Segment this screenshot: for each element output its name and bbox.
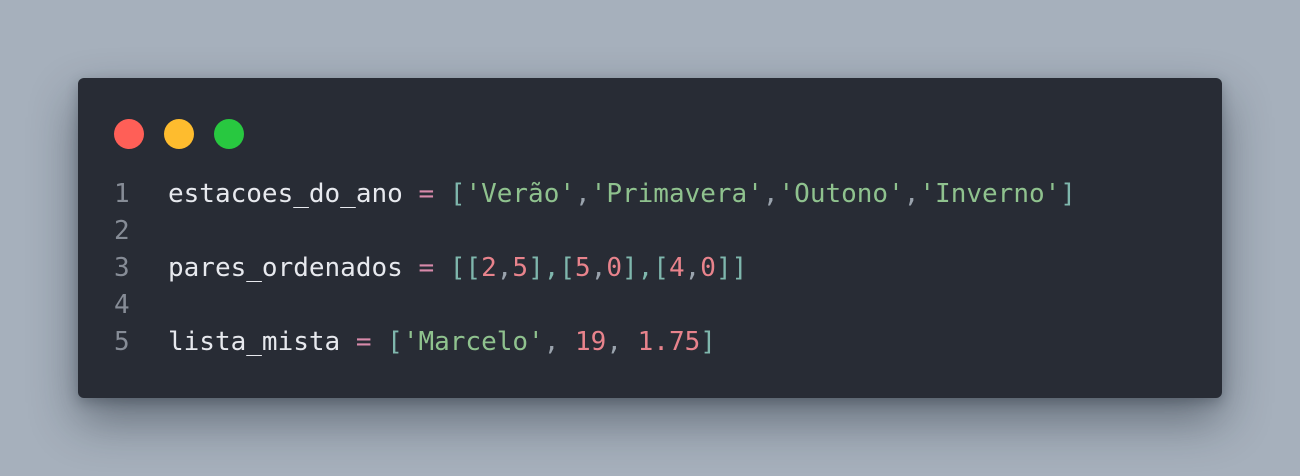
code-token-number: 0 — [606, 253, 622, 283]
code-text: pares_ordenados = [[2,5],[5,0],[4,0]] — [168, 250, 747, 287]
code-token-number: 2 — [481, 253, 497, 283]
code-token-punct: , — [762, 179, 779, 209]
close-dot-icon[interactable] — [114, 119, 144, 149]
code-token-punct: , — [684, 253, 701, 283]
line-number: 1 — [114, 179, 130, 209]
code-token-punct: , — [543, 327, 576, 357]
code-token-identifier: estacoes_do_ano — [168, 179, 403, 209]
code-line: 2 — [114, 213, 1202, 250]
code-block: 1 estacoes_do_ano = ['Verão','Primavera',… — [114, 176, 1202, 361]
code-token-number: 0 — [700, 253, 716, 283]
line-number: 2 — [114, 216, 130, 246]
code-token-operator: = — [418, 253, 435, 283]
code-token-bracket: [ — [387, 327, 403, 357]
code-window: 1 estacoes_do_ano = ['Verão','Primavera',… — [78, 78, 1222, 398]
code-token-number: 5 — [512, 253, 529, 283]
code-token-identifier — [434, 253, 450, 283]
window-controls — [114, 119, 244, 149]
code-token-identifier — [403, 253, 419, 283]
code-line: 5 lista_mista = ['Marcelo', 19, 1.75] — [114, 324, 1202, 361]
code-line: 1 estacoes_do_ano = ['Verão','Primavera',… — [114, 176, 1202, 213]
code-token-punct: , — [496, 253, 513, 283]
code-token-identifier — [403, 179, 419, 209]
code-token-punct: , — [903, 179, 920, 209]
code-token-bracket: [ — [449, 179, 466, 209]
code-token-string: 'Inverno' — [919, 179, 1061, 209]
code-token-string: 'Primavera' — [590, 179, 763, 209]
code-text: lista_mista = ['Marcelo', 19, 1.75] — [168, 324, 716, 361]
code-token-bracket: ],[ — [622, 253, 669, 283]
line-number: 4 — [114, 290, 130, 320]
code-token-identifier — [372, 327, 388, 357]
code-token-operator: = — [418, 179, 435, 209]
code-line: 4 — [114, 287, 1202, 324]
maximize-dot-icon[interactable] — [214, 119, 244, 149]
code-token-bracket: ] — [1060, 179, 1076, 209]
code-token-bracket: ]] — [715, 253, 748, 283]
line-number: 3 — [114, 253, 130, 283]
code-token-bracket: ] — [700, 327, 716, 357]
code-token-punct: , — [590, 253, 607, 283]
code-token-punct: , — [606, 327, 638, 357]
code-token-operator: = — [355, 327, 372, 357]
code-token-number: 5 — [575, 253, 591, 283]
code-token-string: 'Verão' — [465, 179, 576, 209]
code-token-bracket: ],[ — [528, 253, 576, 283]
code-token-string: 'Outono' — [778, 179, 904, 209]
code-token-number: 19 — [575, 327, 607, 357]
code-token-identifier — [434, 179, 450, 209]
code-token-string: 'Marcelo' — [402, 327, 544, 357]
code-token-identifier — [340, 327, 356, 357]
code-token-punct: , — [575, 179, 591, 209]
line-number: 5 — [114, 327, 130, 357]
code-token-identifier: pares_ordenados — [168, 253, 403, 283]
code-token-number: 1.75 — [637, 327, 701, 357]
code-line: 3 pares_ordenados = [[2,5],[5,0],[4,0]] — [114, 250, 1202, 287]
code-text: estacoes_do_ano = ['Verão','Primavera','… — [168, 176, 1076, 213]
code-token-identifier: lista_mista — [168, 327, 341, 357]
code-token-bracket: [[ — [449, 253, 482, 283]
code-token-number: 4 — [668, 253, 685, 283]
minimize-dot-icon[interactable] — [164, 119, 194, 149]
